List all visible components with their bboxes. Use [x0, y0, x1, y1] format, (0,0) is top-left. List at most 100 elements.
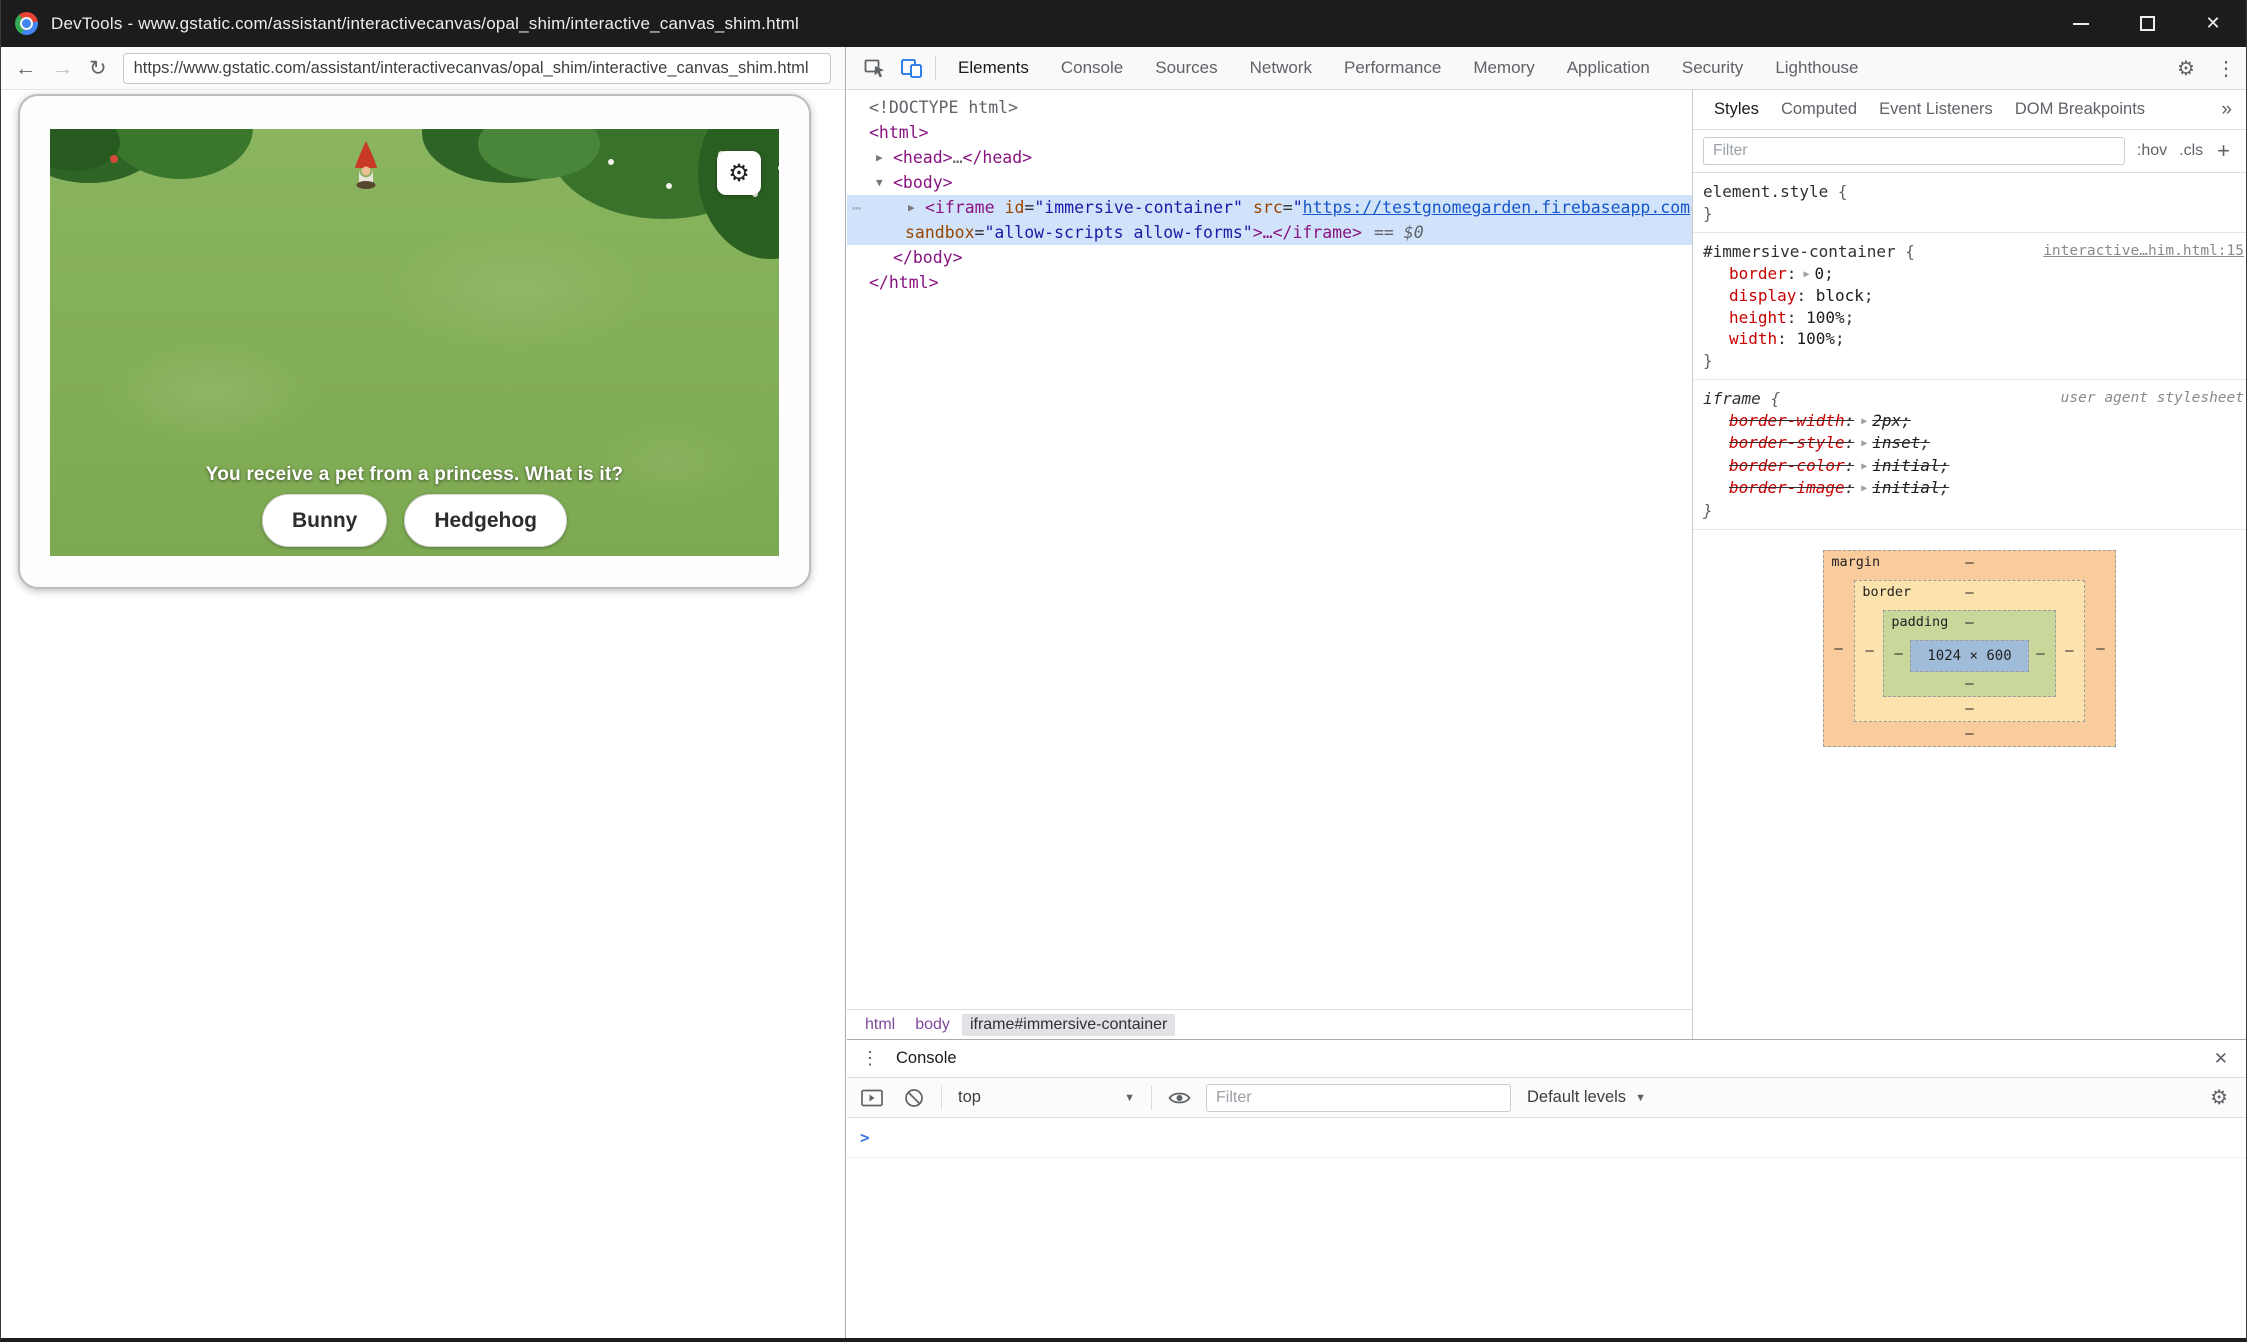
styles-filter-input[interactable] [1703, 137, 2125, 165]
padding-top-value: – [1884, 615, 2054, 631]
close-brace: } [1703, 501, 1713, 520]
css-property-border-style[interactable]: border-style:▶inset; [1703, 432, 2242, 455]
inspect-element-button[interactable] [857, 47, 893, 89]
breadcrumb-iframe[interactable]: iframe#immersive-container [962, 1014, 1175, 1036]
tab-application[interactable]: Application [1551, 47, 1666, 89]
console-sidebar-button[interactable] [857, 1089, 887, 1107]
devtools-app-icon-core [20, 17, 33, 30]
iframe-src-link[interactable]: https://testgnomegarden.firebaseapp.com [1303, 198, 1690, 217]
immersive-container-rule[interactable]: interactive…him.html:15 #immersive-conta… [1693, 233, 2246, 380]
settings-button[interactable]: ⚙ [2166, 47, 2206, 89]
body-open-tag: <body> [893, 173, 953, 192]
shorthand-expand-icon[interactable]: ▶ [1861, 433, 1867, 455]
tab-computed[interactable]: Computed [1770, 100, 1868, 119]
hedgehog-button[interactable]: Hedgehog [404, 494, 567, 547]
close-button[interactable]: ✕ [2180, 0, 2246, 47]
element-style-section[interactable]: element.style { } [1693, 173, 2246, 233]
tab-elements[interactable]: Elements [942, 47, 1045, 89]
tab-overflow-chevron-icon[interactable]: » [2221, 99, 2236, 121]
shorthand-expand-icon[interactable]: ▶ [1861, 478, 1867, 500]
iframe-node-line-1[interactable]: ▶<iframeid="immersive-container"src="htt… [847, 195, 1692, 220]
tab-sources[interactable]: Sources [1139, 47, 1233, 89]
box-model-diagram: margin – – – – border – – – – padding [1693, 530, 2246, 773]
css-property-height[interactable]: height: 100%; [1703, 307, 2242, 329]
live-expression-button[interactable] [1164, 1090, 1194, 1106]
css-property-border[interactable]: border:▶0; [1703, 263, 2242, 286]
back-button[interactable]: ← [15, 58, 36, 79]
expand-arrow-icon[interactable]: ▶ [876, 145, 893, 170]
close-drawer-button[interactable]: ✕ [2206, 1049, 2236, 1069]
rule-selector: #immersive-container [1703, 242, 1896, 261]
toggle-class-button[interactable]: .cls [2179, 142, 2203, 160]
css-property-width[interactable]: width: 100%; [1703, 328, 2242, 350]
drawer-menu-button[interactable]: ⋮ [857, 1048, 883, 1069]
open-brace: { [1905, 242, 1915, 261]
tab-console[interactable]: Console [1045, 47, 1139, 89]
console-filter-input[interactable] [1206, 1084, 1511, 1112]
node-more-actions[interactable]: ⋯ [852, 196, 862, 221]
tab-event-listeners[interactable]: Event Listeners [1868, 100, 2004, 119]
bunny-button[interactable]: Bunny [262, 494, 387, 547]
execution-context-selector[interactable]: top▼ [954, 1088, 1139, 1107]
selected-iframe-node[interactable]: ⋯ ▶<iframeid="immersive-container"src="h… [847, 195, 1692, 245]
collapse-arrow-icon[interactable]: ▼ [876, 170, 893, 195]
console-prompt[interactable]: > [847, 1118, 2246, 1158]
css-property-display[interactable]: display: block; [1703, 285, 2242, 307]
minimize-button[interactable] [2048, 0, 2114, 47]
box-model-margin: margin – – – – border – – – – padding [1823, 550, 2115, 747]
tab-styles[interactable]: Styles [1703, 100, 1770, 119]
log-levels-selector[interactable]: Default levels▼ [1523, 1088, 1650, 1107]
property-name: border-width [1729, 411, 1845, 430]
console-toolbar: top▼ Default levels▼ ⚙ [847, 1078, 2246, 1118]
device-toolbar-button[interactable] [893, 47, 929, 89]
property-name: border-style [1729, 433, 1845, 452]
shorthand-expand-icon[interactable]: ▶ [1861, 456, 1867, 478]
breadcrumb-html[interactable]: html [857, 1014, 903, 1036]
body-open-node[interactable]: ▼<body> [847, 170, 1692, 195]
levels-label: Default levels [1527, 1088, 1626, 1107]
semicolon: ; [1920, 433, 1930, 452]
tab-network[interactable]: Network [1234, 47, 1328, 89]
tab-memory[interactable]: Memory [1457, 47, 1550, 89]
equals-sign: = [1024, 198, 1034, 217]
html-close-node[interactable]: </html> [847, 270, 1692, 295]
tab-performance[interactable]: Performance [1328, 47, 1457, 89]
css-property-border-color[interactable]: border-color:▶initial; [1703, 455, 2242, 478]
game-settings-button[interactable]: ⚙ [717, 151, 761, 195]
head-node[interactable]: ▶<head>…</head> [847, 145, 1692, 170]
colon: : [1845, 433, 1855, 452]
doctype-node[interactable]: <!DOCTYPE html> [847, 95, 1692, 120]
iframe-node-line-2[interactable]: sandbox="allow-scripts allow-forms">…</i… [847, 220, 1692, 245]
tab-security[interactable]: Security [1666, 47, 1759, 89]
iframe-user-agent-rule[interactable]: user agent stylesheet iframe { border-wi… [1693, 380, 2246, 530]
stylesheet-source-link[interactable]: interactive…him.html:15 [2043, 241, 2244, 263]
reload-button[interactable]: ↻ [89, 58, 107, 79]
console-settings-button[interactable]: ⚙ [2202, 1085, 2236, 1110]
flower-dot [110, 155, 118, 163]
shorthand-expand-icon[interactable]: ▶ [1861, 411, 1867, 433]
more-options-button[interactable]: ⋮ [2206, 47, 2246, 89]
property-name: border-image [1729, 478, 1845, 497]
maximize-button[interactable] [2114, 0, 2180, 47]
border-left-value: – [1865, 643, 1873, 659]
drawer-tab-console[interactable]: Console [883, 1049, 970, 1068]
console-drawer-header: ⋮ Console ✕ [847, 1040, 2246, 1078]
screencast-viewport[interactable]: ⚙ You receive a pet from a princess. Wha… [1, 90, 845, 1338]
new-style-rule-button[interactable]: + [2215, 138, 2236, 164]
toggle-hover-state-button[interactable]: :hov [2137, 142, 2167, 160]
iframe-close-tag: >…</iframe> [1253, 223, 1362, 242]
property-value: 0 [1814, 264, 1824, 283]
tab-lighthouse[interactable]: Lighthouse [1759, 47, 1874, 89]
expand-arrow-icon[interactable]: ▶ [908, 195, 925, 220]
url-input[interactable] [123, 53, 831, 84]
tab-dom-breakpoints[interactable]: DOM Breakpoints [2004, 100, 2156, 119]
semicolon: ; [1835, 329, 1845, 348]
css-property-border-image[interactable]: border-image:▶initial; [1703, 477, 2242, 500]
clear-console-button[interactable] [899, 1088, 929, 1108]
forward-button[interactable]: → [52, 58, 73, 79]
css-property-border-width[interactable]: border-width:▶2px; [1703, 410, 2242, 433]
shorthand-expand-icon[interactable]: ▶ [1803, 264, 1809, 286]
html-open-node[interactable]: <html> [847, 120, 1692, 145]
breadcrumb-body[interactable]: body [907, 1014, 958, 1036]
body-close-node[interactable]: </body> [847, 245, 1692, 270]
